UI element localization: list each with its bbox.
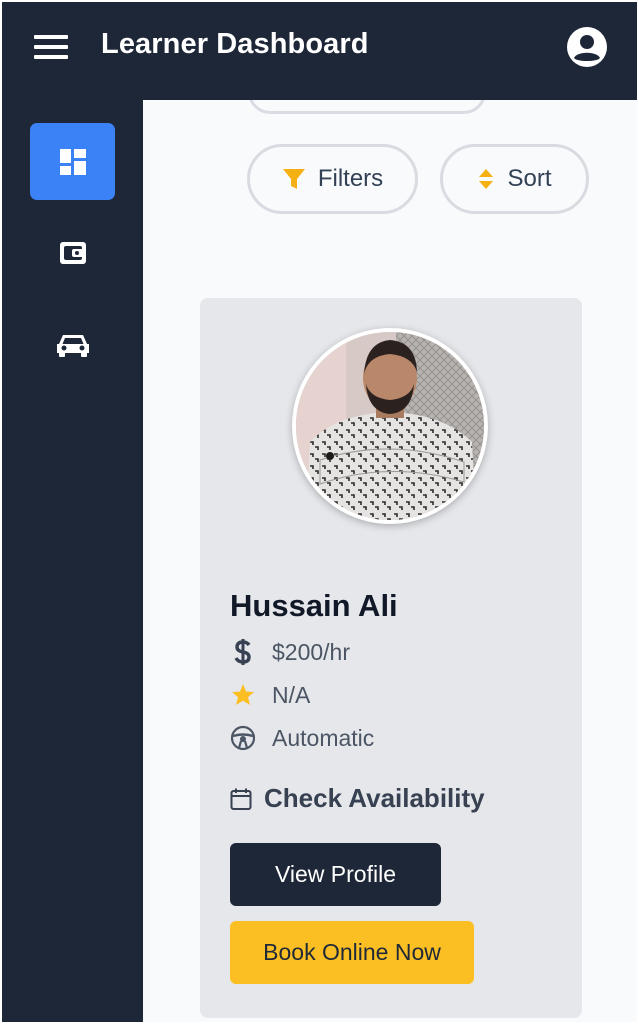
transmission-row: Automatic [230, 724, 374, 752]
dashboard-icon [59, 148, 86, 175]
filters-button[interactable]: Filters [247, 144, 418, 214]
transmission-text: Automatic [272, 724, 375, 751]
check-availability-link[interactable]: Check Availability [230, 783, 485, 814]
steering-wheel-icon [230, 724, 256, 752]
instructor-card: Hussain Ali $200/hr N/A Automatic Check … [200, 298, 582, 1018]
funnel-icon [282, 169, 305, 189]
top-bar: Learner Dashboard [2, 2, 637, 100]
car-icon [56, 334, 89, 357]
sidebar-item-car[interactable] [30, 306, 115, 383]
sort-button[interactable]: Sort [440, 144, 589, 214]
sidebar-item-wallet[interactable] [30, 214, 115, 291]
instructor-name: Hussain Ali [230, 588, 398, 623]
star-icon [230, 681, 256, 709]
app-frame: Learner Dashboard Filters Sort Hussain A… [2, 2, 637, 1022]
filters-label: Filters [317, 165, 384, 192]
sidebar [2, 100, 143, 1022]
rating-row: N/A [230, 681, 310, 709]
instructor-avatar [292, 328, 488, 524]
book-online-button[interactable]: Book Online Now [230, 921, 474, 984]
check-availability-label: Check Availability [264, 783, 485, 813]
sort-label: Sort [507, 165, 552, 192]
price-text: $200/hr [272, 638, 351, 665]
sort-icon [479, 169, 494, 189]
rating-text: N/A [272, 681, 311, 708]
main-content: Filters Sort Hussain Ali $200/hr N/A Aut… [143, 100, 637, 1022]
sidebar-item-dashboard[interactable] [30, 123, 115, 200]
account-circle-icon[interactable] [567, 27, 607, 67]
calendar-icon [230, 786, 254, 812]
dollar-icon [230, 638, 256, 666]
price-row: $200/hr [230, 638, 350, 666]
app-title: Learner Dashboard [101, 28, 369, 60]
hamburger-icon[interactable] [34, 35, 68, 61]
wallet-icon [59, 241, 86, 264]
view-profile-button[interactable]: View Profile [230, 843, 441, 906]
search-pill[interactable] [248, 100, 486, 114]
